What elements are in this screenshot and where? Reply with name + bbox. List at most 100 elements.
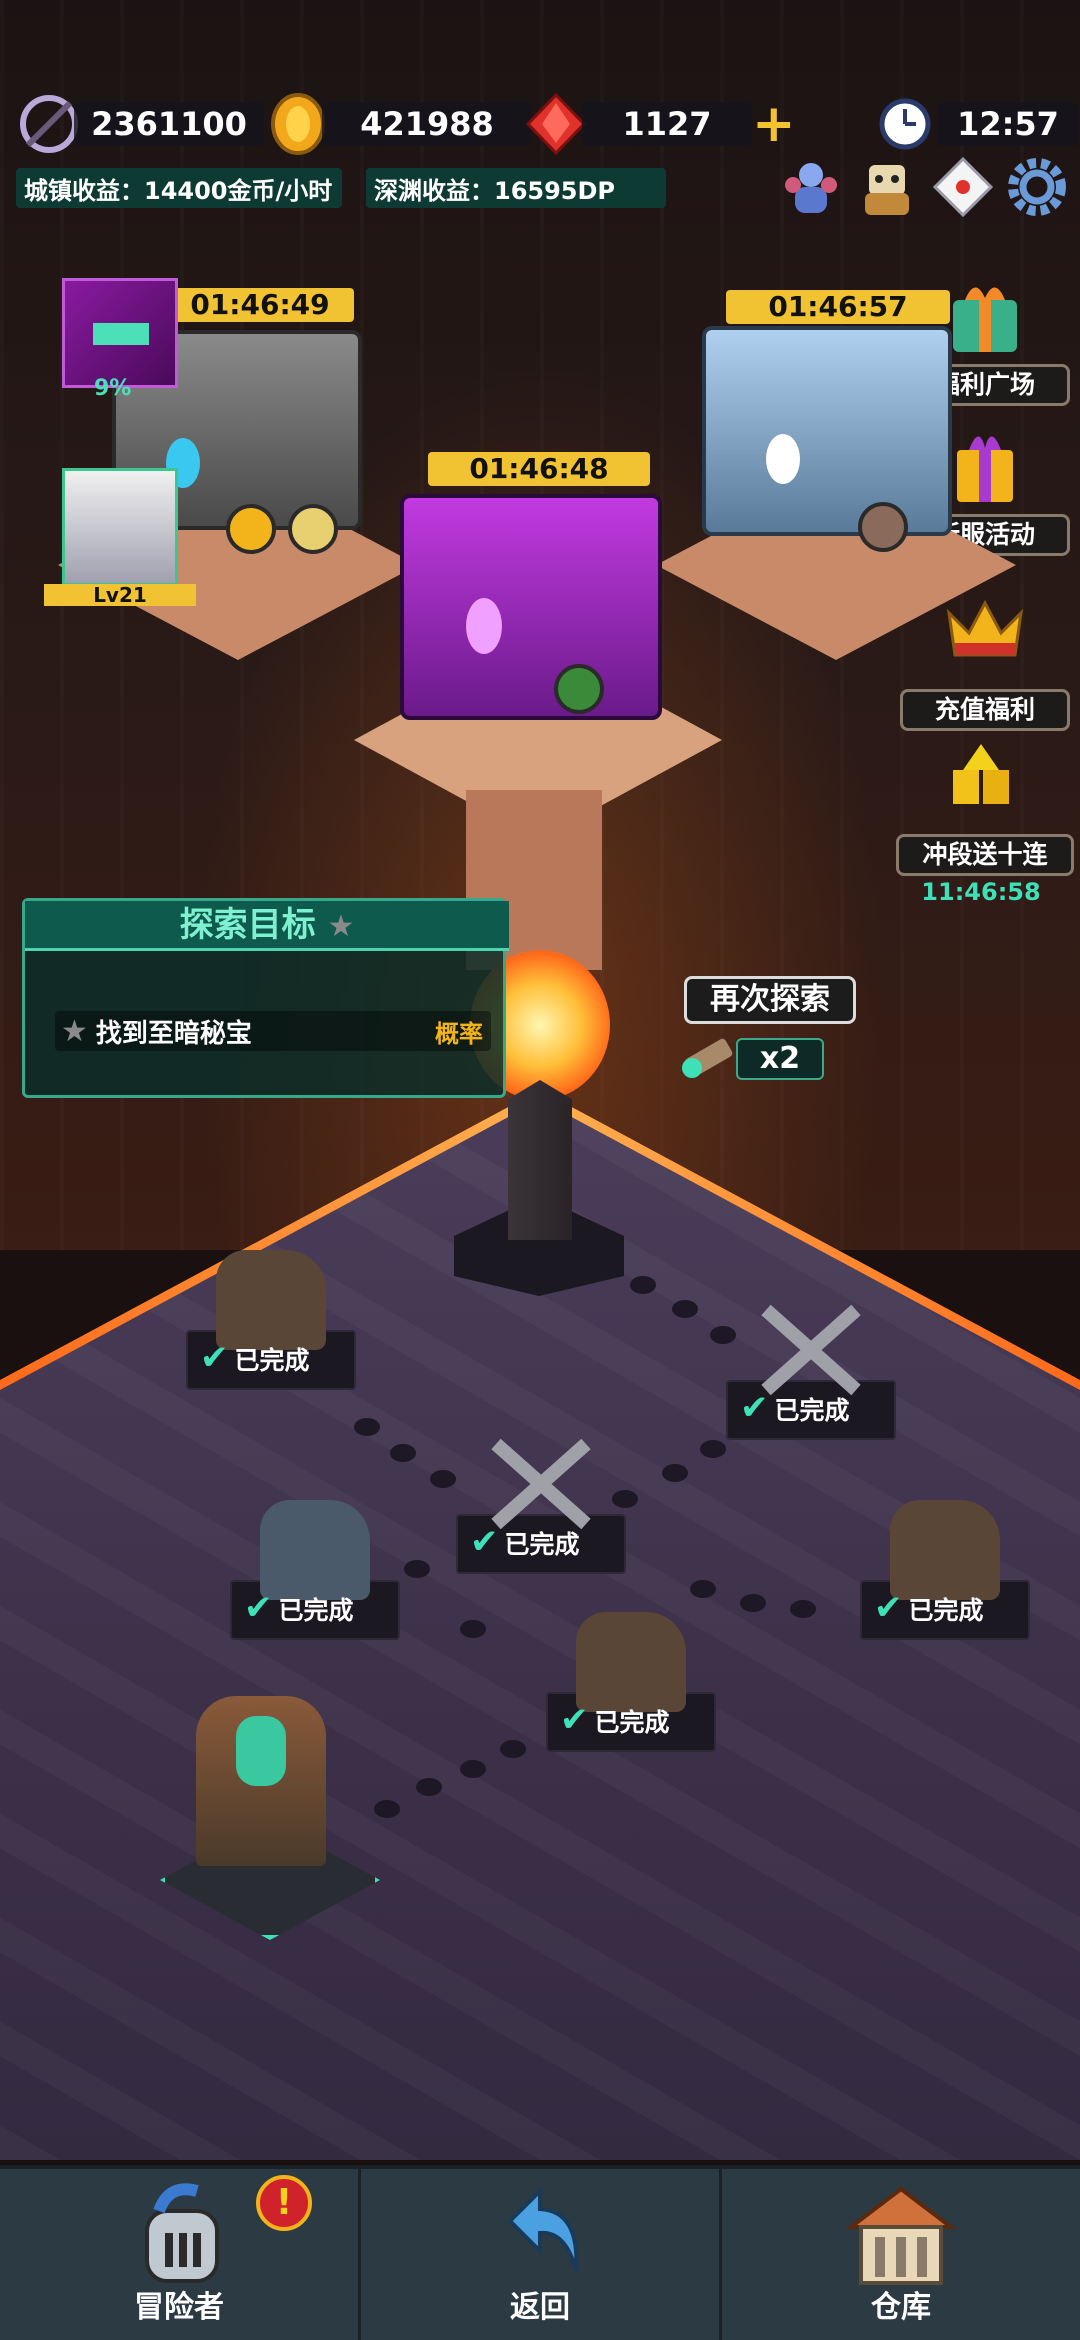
building-icon[interactable]	[62, 468, 178, 586]
node-status: ✔ 已完成	[560, 1700, 670, 1740]
nav-adventurer[interactable]: ! 冒险者	[0, 2169, 361, 2340]
path-dot	[430, 1470, 456, 1488]
star-icon: ★	[61, 1013, 88, 1049]
completed-node[interactable]: ✔ 已完成	[546, 1602, 716, 1752]
chest-gem	[466, 598, 502, 654]
coin-reward-icon	[226, 504, 276, 554]
sword-reward-icon	[858, 502, 908, 552]
exploration-target-panel: 探索目标 ★ ★ 找到至暗秘宝 概率	[22, 898, 509, 1098]
completed-node[interactable]: ✔ 已完成	[860, 1490, 1030, 1640]
chest-gem	[766, 434, 800, 484]
exploration-target-header: 探索目标 ★	[25, 901, 509, 951]
completed-node[interactable]: ✔ 已完成	[186, 1240, 356, 1390]
bottom-nav: ! 冒险者 返回 仓库	[0, 2165, 1080, 2340]
check-icon: ✔	[874, 1588, 903, 1628]
recharge-welfare-button[interactable]: 充值福利	[900, 595, 1070, 731]
path-dot	[662, 1464, 688, 1482]
explore-count: x2	[736, 1038, 824, 1080]
path-dot	[374, 1800, 400, 1818]
nav-back-label: 返回	[510, 2290, 570, 2325]
character-icon[interactable]	[852, 152, 922, 222]
alert-badge: !	[256, 2175, 312, 2231]
completed-node[interactable]: ✔ 已完成	[726, 1290, 896, 1440]
node-status: ✔ 已完成	[874, 1588, 984, 1628]
team-icon[interactable]	[776, 152, 846, 222]
clock-display: 12:57	[878, 96, 1078, 152]
target-goal-text: 找到至暗秘宝	[95, 1018, 252, 1049]
check-icon: ✔	[560, 1700, 589, 1740]
path-dot	[390, 1444, 416, 1462]
path-dot	[630, 1276, 656, 1294]
knight-helmet-icon	[145, 2183, 219, 2283]
path-dot	[404, 1560, 430, 1578]
ruby-icon	[526, 93, 586, 155]
clock-time: 12:57	[938, 102, 1078, 146]
nav-back[interactable]: 返回	[361, 2169, 722, 2340]
power-value: 2361100	[74, 102, 264, 146]
power-resource: 2361100	[18, 95, 264, 153]
settings-icon[interactable]	[1002, 152, 1072, 222]
center-chest[interactable]	[400, 494, 662, 720]
right-chest-timer: 01:46:57	[726, 290, 950, 324]
gold-value: 421988	[322, 102, 532, 146]
obelisk	[508, 1080, 572, 1240]
check-icon: ✔	[200, 1338, 229, 1378]
right-chest[interactable]	[702, 326, 952, 552]
cube-progress: 9%	[94, 376, 132, 401]
node-status: ✔ 已完成	[244, 1588, 354, 1628]
nav-warehouse[interactable]: 仓库	[722, 2169, 1080, 2340]
center-chest-timer: 01:46:48	[428, 452, 650, 486]
path-dot	[690, 1580, 716, 1598]
building-level: Lv21	[44, 584, 196, 606]
clock-icon	[879, 98, 931, 150]
cube-progress-icon	[62, 278, 178, 388]
mail-icon[interactable]	[928, 152, 998, 222]
explore-again-button[interactable]: 再次探索	[684, 976, 856, 1024]
left-chest-timer: 01:46:49	[166, 288, 354, 322]
rock-icon	[576, 1612, 686, 1712]
book-reward-icon	[554, 664, 604, 714]
exploration-target-title: 探索目标	[179, 905, 316, 945]
warehouse-icon	[845, 2186, 957, 2285]
path-dot	[460, 1620, 486, 1638]
node-status: ✔ 已完成	[200, 1338, 310, 1378]
rock-icon	[890, 1500, 1000, 1600]
completed-node[interactable]: ✔ 已完成	[456, 1424, 626, 1574]
add-gems-button[interactable]: +	[752, 98, 796, 150]
crown-icon	[946, 599, 1024, 657]
crystal-rock-icon	[260, 1500, 370, 1600]
rank-up-ten-pull-button[interactable]: 冲段送十连 11:46:58	[896, 740, 1074, 906]
check-icon: ✔	[470, 1522, 499, 1562]
node-status: ✔ 已完成	[740, 1388, 850, 1428]
check-icon: ✔	[740, 1388, 769, 1428]
portal-gate-icon[interactable]	[196, 1696, 326, 1866]
material-reward-icon	[288, 504, 338, 554]
scythe-icon	[20, 95, 78, 153]
town-income: 城镇收益：14400金币/小时	[16, 168, 342, 208]
gold-bars-icon	[953, 744, 1009, 804]
completed-node[interactable]: ✔ 已完成	[230, 1490, 400, 1640]
path-dot	[354, 1418, 380, 1436]
path-dot	[416, 1778, 442, 1796]
back-arrow-icon	[507, 2186, 579, 2272]
target-goal-row[interactable]: ★ 找到至暗秘宝 概率	[55, 1011, 491, 1051]
abyss-income: 深渊收益：16595DP	[366, 168, 666, 208]
gem-value: 1127	[582, 102, 752, 146]
recharge-welfare-label: 充值福利	[900, 689, 1070, 731]
node-status: ✔ 已完成	[470, 1522, 580, 1562]
target-rate-link[interactable]: 概率	[435, 1014, 483, 1049]
crossed-swords-icon	[491, 1438, 591, 1530]
nav-adventurer-label: 冒险者	[134, 2290, 224, 2325]
gem-resource: 1127 +	[526, 93, 796, 155]
rank-up-timer: 11:46:58	[921, 878, 1041, 906]
crossed-swords-icon	[761, 1304, 861, 1396]
path-dot	[740, 1594, 766, 1612]
nav-warehouse-label: 仓库	[871, 2290, 931, 2325]
rock-icon	[216, 1250, 326, 1350]
path-dot	[790, 1600, 816, 1618]
star-icon: ★	[327, 909, 355, 944]
gold-coin-icon	[271, 93, 325, 155]
scroll-icon	[682, 1038, 733, 1078]
path-dot	[700, 1440, 726, 1458]
path-dot	[500, 1740, 526, 1758]
